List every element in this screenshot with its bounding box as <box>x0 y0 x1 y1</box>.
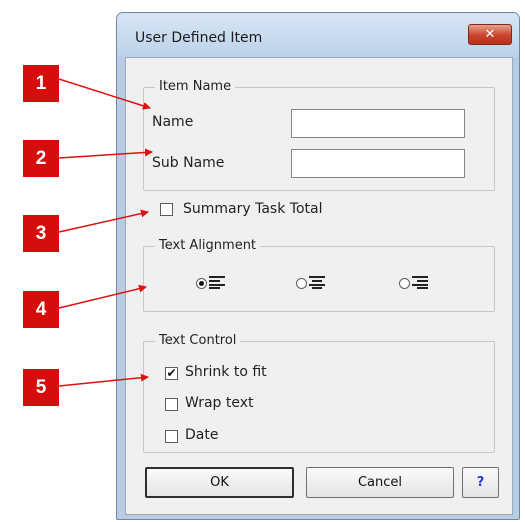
date-checkbox[interactable] <box>165 430 178 443</box>
callout-1: 1 <box>23 65 59 102</box>
dialog-title: User Defined Item <box>135 30 263 46</box>
align-center-radio[interactable] <box>296 278 307 289</box>
title-bar[interactable]: User Defined Item ✕ <box>117 13 519 57</box>
align-left-radio[interactable] <box>196 278 207 289</box>
callout-2: 2 <box>23 140 59 177</box>
help-button[interactable]: ? <box>462 467 499 498</box>
summary-task-total-checkbox[interactable] <box>160 203 173 216</box>
text-control-group: Text Control ✔ Shrink to fit Wrap text D… <box>143 333 495 453</box>
item-name-legend: Item Name <box>155 79 236 94</box>
callout-3: 3 <box>23 215 59 252</box>
callout-4: 4 <box>23 291 59 328</box>
callout-5: 5 <box>23 369 59 406</box>
align-left-icon <box>209 276 225 289</box>
name-input[interactable] <box>291 109 465 138</box>
align-right-radio[interactable] <box>399 278 410 289</box>
text-alignment-legend: Text Alignment <box>155 238 261 253</box>
wrap-text-checkbox[interactable] <box>165 398 178 411</box>
shrink-to-fit-checkbox[interactable]: ✔ <box>165 367 178 380</box>
close-button[interactable]: ✕ <box>468 24 512 45</box>
dialog-body: Item Name Name Sub Name Summary Task Tot… <box>125 57 513 515</box>
text-control-legend: Text Control <box>155 333 241 348</box>
close-icon: ✕ <box>484 27 496 42</box>
date-label: Date <box>185 427 219 443</box>
sub-name-input[interactable] <box>291 149 465 178</box>
item-name-group: Item Name Name Sub Name <box>143 79 495 191</box>
summary-task-total-label: Summary Task Total <box>183 201 323 217</box>
align-right-icon <box>412 276 428 289</box>
sub-name-label: Sub Name <box>152 155 225 171</box>
dialog-window: User Defined Item ✕ Item Name Name Sub N… <box>116 12 520 520</box>
text-alignment-group: Text Alignment <box>143 238 495 312</box>
name-label: Name <box>152 114 194 130</box>
shrink-to-fit-label: Shrink to fit <box>185 364 267 380</box>
cancel-button[interactable]: Cancel <box>306 467 454 498</box>
wrap-text-label: Wrap text <box>185 395 254 411</box>
align-center-icon <box>309 276 325 289</box>
ok-button[interactable]: OK <box>145 467 294 498</box>
